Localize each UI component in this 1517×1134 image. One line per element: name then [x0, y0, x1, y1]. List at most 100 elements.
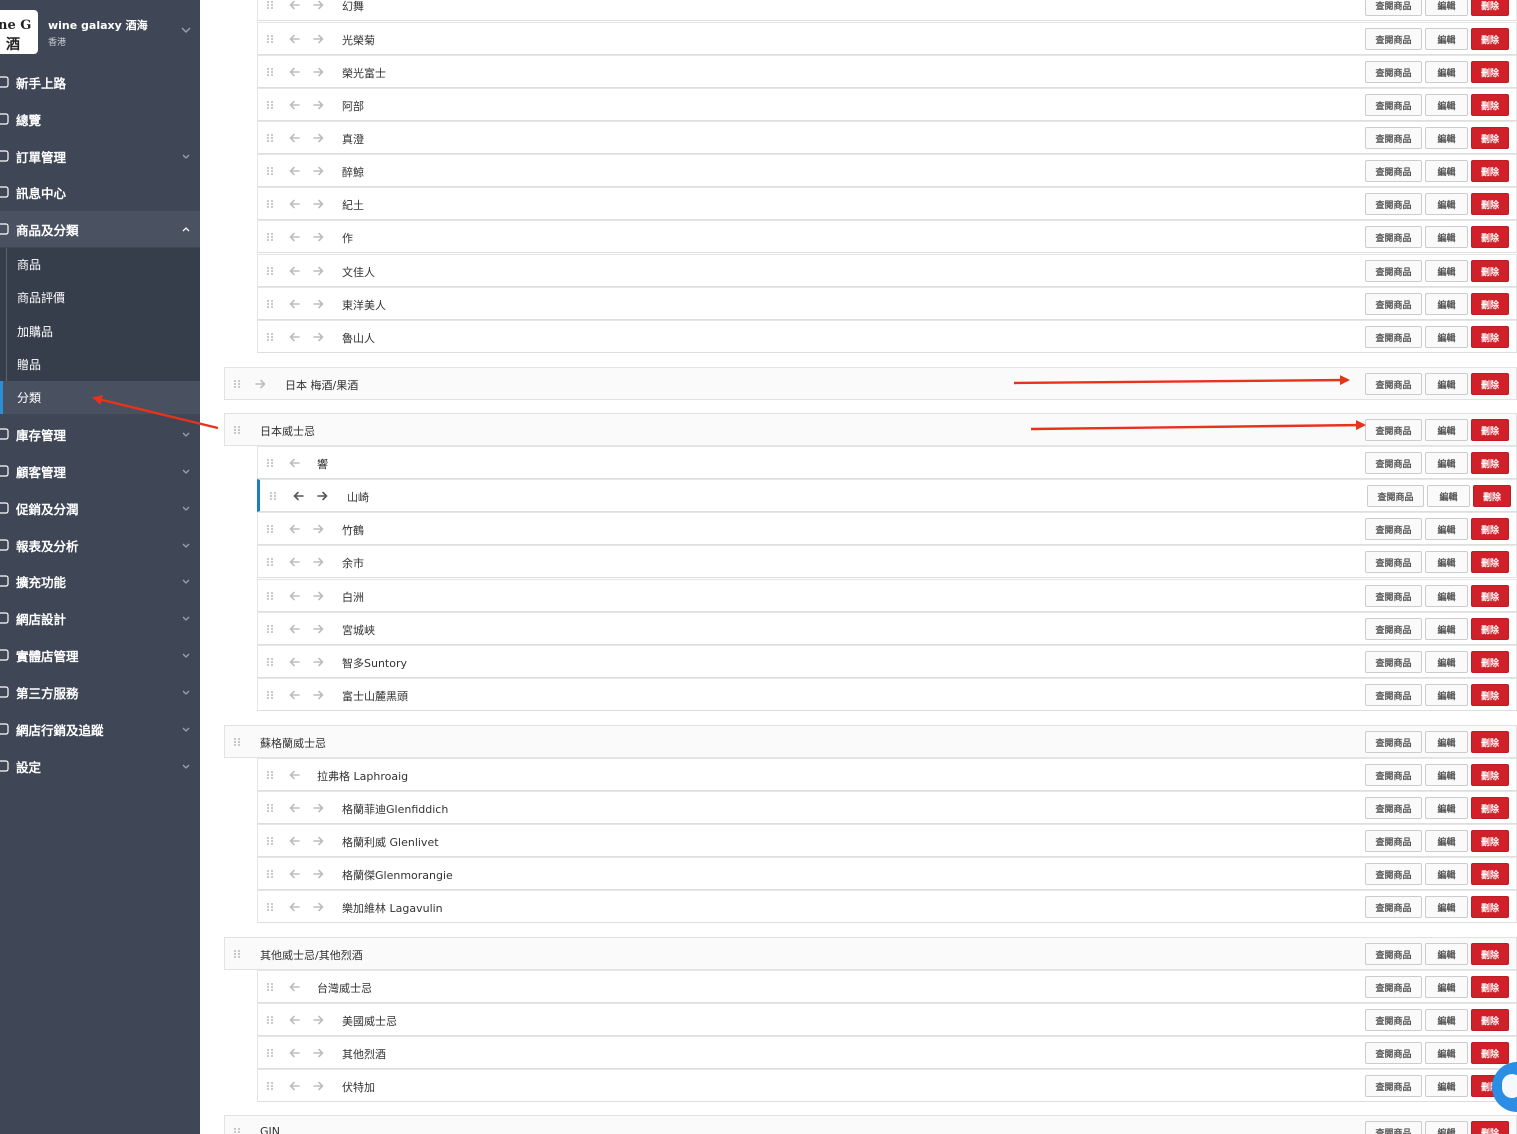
arrow-left-icon[interactable]	[289, 624, 300, 634]
arrow-left-icon[interactable]	[289, 690, 300, 700]
arrow-right-icon[interactable]	[313, 232, 324, 242]
edit-button[interactable]: 編輯	[1425, 518, 1468, 540]
view-products-button[interactable]: 查閱商品	[1365, 0, 1422, 16]
drag-handle-icon[interactable]	[233, 1127, 241, 1134]
arrow-left-icon[interactable]	[289, 266, 300, 276]
drag-handle-icon[interactable]	[266, 1081, 274, 1091]
edit-button[interactable]: 編輯	[1425, 551, 1468, 573]
delete-button[interactable]: 刪除	[1471, 193, 1509, 215]
nav-item-8[interactable]: 報表及分析	[0, 527, 200, 563]
drag-handle-icon[interactable]	[266, 803, 274, 813]
drag-handle-icon[interactable]	[266, 982, 274, 992]
view-products-button[interactable]: 查閱商品	[1365, 764, 1422, 786]
arrow-right-icon[interactable]	[313, 299, 324, 309]
drag-handle-icon[interactable]	[266, 524, 274, 534]
delete-button[interactable]: 刪除	[1471, 684, 1509, 706]
store-switcher[interactable]: ne G 酒 wine galaxy 酒海 香港	[0, 0, 200, 62]
view-products-button[interactable]: 查閱商品	[1365, 863, 1422, 885]
edit-button[interactable]: 編輯	[1425, 1009, 1468, 1031]
edit-button[interactable]: 編輯	[1425, 419, 1468, 441]
delete-button[interactable]: 刪除	[1471, 518, 1509, 540]
arrow-right-icon[interactable]	[313, 199, 324, 209]
delete-button[interactable]: 刪除	[1471, 651, 1509, 673]
view-products-button[interactable]: 查閱商品	[1365, 160, 1422, 182]
delete-button[interactable]: 刪除	[1471, 0, 1509, 16]
subnav-item-2[interactable]: 加購品	[0, 315, 200, 348]
arrow-right-icon[interactable]	[313, 34, 324, 44]
edit-button[interactable]: 編輯	[1427, 485, 1470, 507]
edit-button[interactable]: 編輯	[1425, 193, 1468, 215]
edit-button[interactable]: 編輯	[1425, 94, 1468, 116]
subnav-item-1[interactable]: 商品評價	[0, 281, 200, 314]
edit-button[interactable]: 編輯	[1425, 0, 1468, 16]
arrow-right-icon[interactable]	[313, 1015, 324, 1025]
delete-button[interactable]: 刪除	[1471, 976, 1509, 998]
delete-button[interactable]: 刪除	[1471, 452, 1509, 474]
delete-button[interactable]: 刪除	[1471, 160, 1509, 182]
nav-item-4[interactable]: 商品及分類	[0, 211, 200, 247]
view-products-button[interactable]: 查閱商品	[1365, 1075, 1422, 1097]
arrow-left-icon[interactable]	[289, 591, 300, 601]
arrow-right-icon[interactable]	[313, 67, 324, 77]
nav-item-10[interactable]: 網店設計	[0, 600, 200, 636]
delete-button[interactable]: 刪除	[1471, 863, 1509, 885]
arrow-left-icon[interactable]	[289, 133, 300, 143]
edit-button[interactable]: 編輯	[1425, 830, 1468, 852]
arrow-left-icon[interactable]	[289, 458, 300, 468]
arrow-left-icon[interactable]	[293, 491, 304, 501]
drag-handle-icon[interactable]	[233, 425, 241, 435]
delete-button[interactable]: 刪除	[1471, 1009, 1509, 1031]
drag-handle-icon[interactable]	[266, 34, 274, 44]
drag-handle-icon[interactable]	[266, 770, 274, 780]
view-products-button[interactable]: 查閱商品	[1365, 28, 1422, 50]
view-products-button[interactable]: 查閱商品	[1365, 326, 1422, 348]
arrow-left-icon[interactable]	[289, 770, 300, 780]
arrow-left-icon[interactable]	[289, 657, 300, 667]
delete-button[interactable]: 刪除	[1471, 943, 1509, 965]
arrow-left-icon[interactable]	[289, 0, 300, 10]
arrow-left-icon[interactable]	[289, 67, 300, 77]
drag-handle-icon[interactable]	[266, 902, 274, 912]
drag-handle-icon[interactable]	[266, 0, 274, 10]
arrow-right-icon[interactable]	[313, 591, 324, 601]
view-products-button[interactable]: 查閱商品	[1365, 830, 1422, 852]
edit-button[interactable]: 編輯	[1425, 28, 1468, 50]
view-products-button[interactable]: 查閱商品	[1365, 1009, 1422, 1031]
arrow-right-icon[interactable]	[313, 624, 324, 634]
edit-button[interactable]: 編輯	[1425, 618, 1468, 640]
view-products-button[interactable]: 查閱商品	[1365, 293, 1422, 315]
nav-item-13[interactable]: 網店行銷及追蹤	[0, 711, 200, 747]
arrow-right-icon[interactable]	[313, 166, 324, 176]
drag-handle-icon[interactable]	[266, 133, 274, 143]
view-products-button[interactable]: 查閱商品	[1365, 94, 1422, 116]
delete-button[interactable]: 刪除	[1471, 1121, 1509, 1134]
view-products-button[interactable]: 查閱商品	[1365, 226, 1422, 248]
arrow-right-icon[interactable]	[313, 1081, 324, 1091]
view-products-button[interactable]: 查閱商品	[1365, 943, 1422, 965]
edit-button[interactable]: 編輯	[1425, 684, 1468, 706]
view-products-button[interactable]: 查閱商品	[1365, 373, 1422, 395]
view-products-button[interactable]: 查閱商品	[1365, 585, 1422, 607]
nav-item-0[interactable]: 新手上路	[0, 64, 200, 100]
drag-handle-icon[interactable]	[266, 100, 274, 110]
drag-handle-icon[interactable]	[266, 332, 274, 342]
drag-handle-icon[interactable]	[233, 737, 241, 747]
arrow-right-icon[interactable]	[255, 379, 266, 389]
arrow-left-icon[interactable]	[289, 34, 300, 44]
drag-handle-icon[interactable]	[266, 67, 274, 77]
drag-handle-icon[interactable]	[266, 657, 274, 667]
view-products-button[interactable]: 查閱商品	[1367, 485, 1424, 507]
arrow-right-icon[interactable]	[313, 524, 324, 534]
arrow-right-icon[interactable]	[313, 133, 324, 143]
arrow-left-icon[interactable]	[289, 332, 300, 342]
arrow-right-icon[interactable]	[313, 332, 324, 342]
delete-button[interactable]: 刪除	[1471, 896, 1509, 918]
view-products-button[interactable]: 查閱商品	[1365, 1121, 1422, 1134]
delete-button[interactable]: 刪除	[1471, 830, 1509, 852]
edit-button[interactable]: 編輯	[1425, 452, 1468, 474]
delete-button[interactable]: 刪除	[1471, 260, 1509, 282]
edit-button[interactable]: 編輯	[1425, 226, 1468, 248]
drag-handle-icon[interactable]	[233, 949, 241, 959]
arrow-left-icon[interactable]	[289, 803, 300, 813]
edit-button[interactable]: 編輯	[1425, 160, 1468, 182]
